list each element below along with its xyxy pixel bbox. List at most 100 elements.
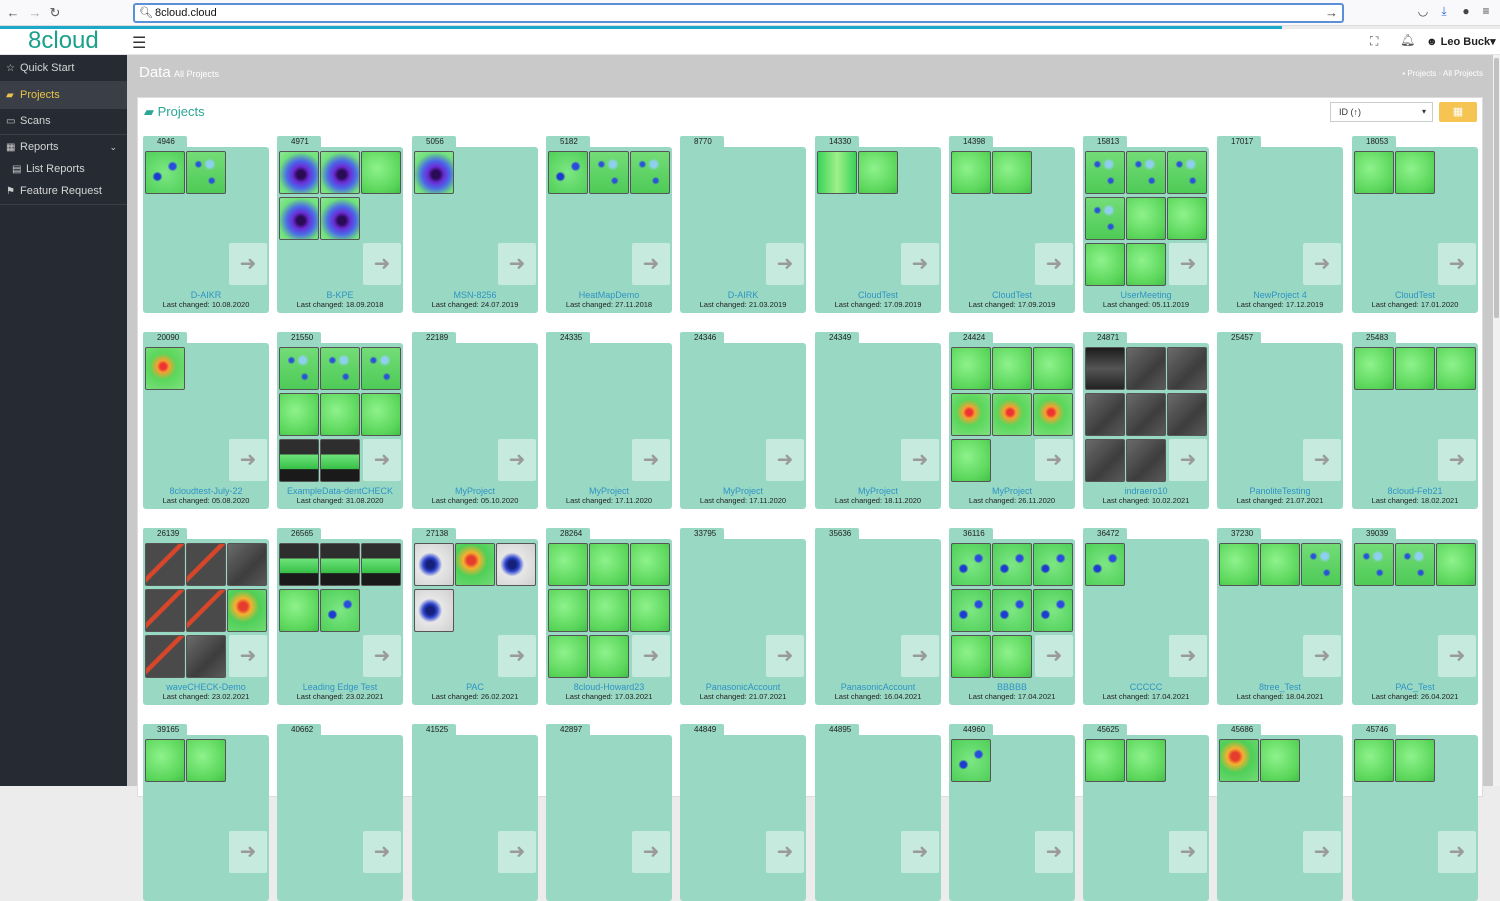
project-card[interactable]: ➜ [546,735,672,901]
project-card[interactable]: ➜ indraero10 Last changed: 10.02.2021 [1083,343,1209,509]
scan-thumbnail[interactable] [548,543,588,586]
project-card[interactable]: ➜ 8cloud-Howard23 Last changed: 17.03.2021 [546,539,672,705]
open-project-arrow-icon[interactable]: ➜ [1035,243,1073,285]
project-name[interactable]: indraero10 [1083,486,1209,496]
scan-thumbnail[interactable] [951,151,991,194]
scan-thumbnail[interactable] [1354,543,1394,586]
project-card[interactable]: ➜ PanasonicAccount Last changed: 16.04.202… [815,539,941,705]
scan-thumbnail[interactable] [320,543,360,586]
open-project-arrow-icon[interactable]: ➜ [632,831,670,873]
open-project-arrow-icon[interactable]: ➜ [363,439,401,481]
scan-thumbnail[interactable] [1395,739,1435,782]
scan-thumbnail[interactable] [186,739,226,782]
project-card[interactable]: ➜ 8cloudtest-July-22 Last changed: 05.08.2… [143,343,269,509]
project-card[interactable]: ➜ CCCCC Last changed: 17.04.2021 [1083,539,1209,705]
fullscreen-icon[interactable]: ⛶ [1370,34,1378,49]
scan-thumbnail[interactable] [145,635,185,678]
bell-icon[interactable]: 🔔︎ [1400,33,1415,47]
project-name[interactable]: CCCCC [1083,682,1209,692]
user-menu[interactable]: ☻ Leo Buck▾ [1426,35,1496,48]
scan-thumbnail[interactable] [320,151,360,194]
scan-thumbnail[interactable] [1126,439,1166,482]
project-card[interactable]: ➜ MyProject Last changed: 17.11.2020 [680,343,806,509]
project-card[interactable]: ➜ MSN-8256 Last changed: 24.07.2019 [412,147,538,313]
scan-thumbnail[interactable] [589,589,629,632]
project-card[interactable]: ➜ MyProject Last changed: 18.11.2020 [815,343,941,509]
scan-thumbnail[interactable] [1354,739,1394,782]
project-name[interactable]: waveCHECK-Demo [143,682,269,692]
scan-thumbnail[interactable] [361,393,401,436]
scan-thumbnail[interactable] [951,739,991,782]
open-project-arrow-icon[interactable]: ➜ [1169,439,1207,481]
scan-thumbnail[interactable] [992,347,1032,390]
open-project-arrow-icon[interactable]: ➜ [229,635,267,677]
scan-thumbnail[interactable] [145,739,185,782]
open-project-arrow-icon[interactable]: ➜ [498,635,536,677]
sort-select[interactable]: ID (↑) ▾ [1330,102,1433,122]
project-card[interactable]: ➜ MyProject Last changed: 26.11.2020 [949,343,1075,509]
scan-thumbnail[interactable] [992,151,1032,194]
project-name[interactable]: PanasonicAccount [680,682,806,692]
project-name[interactable]: B-KPE [277,290,403,300]
open-project-arrow-icon[interactable]: ➜ [1303,831,1341,873]
open-project-arrow-icon[interactable]: ➜ [632,243,670,285]
scan-thumbnail[interactable] [1126,393,1166,436]
open-project-arrow-icon[interactable]: ➜ [901,243,939,285]
open-project-arrow-icon[interactable]: ➜ [229,831,267,873]
open-project-arrow-icon[interactable]: ➜ [1303,243,1341,285]
scan-thumbnail[interactable] [1085,197,1125,240]
scan-thumbnail[interactable] [951,543,991,586]
project-card[interactable]: ➜ D-AIKR Last changed: 10.08.2020 [143,147,269,313]
project-name[interactable]: HeatMapDemo [546,290,672,300]
project-name[interactable]: PanoliteTesting [1217,486,1343,496]
app-logo[interactable]: 8cloud [28,27,99,55]
scan-thumbnail[interactable] [320,347,360,390]
scan-thumbnail[interactable] [1219,543,1259,586]
open-project-arrow-icon[interactable]: ➜ [766,831,804,873]
scan-thumbnail[interactable] [227,543,267,586]
scan-thumbnail[interactable] [1033,347,1073,390]
open-project-arrow-icon[interactable]: ➜ [229,439,267,481]
scan-thumbnail[interactable] [279,347,319,390]
scan-thumbnail[interactable] [361,543,401,586]
project-name[interactable]: CloudTest [949,290,1075,300]
back-button[interactable]: ← [4,4,22,22]
scan-thumbnail[interactable] [414,589,454,632]
scan-thumbnail[interactable] [1126,197,1166,240]
download-icon[interactable]: ⤓ [1436,4,1452,22]
project-card[interactable]: ➜ MyProject Last changed: 17.11.2020 [546,343,672,509]
project-name[interactable]: D-AIKR [143,290,269,300]
open-project-arrow-icon[interactable]: ➜ [363,831,401,873]
project-card[interactable]: ➜ BBBBB Last changed: 17.04.2021 [949,539,1075,705]
scan-thumbnail[interactable] [145,589,185,632]
scrollbar-thumb[interactable] [1494,58,1499,318]
project-card[interactable]: ➜ PAC_Test Last changed: 26.04.2021 [1352,539,1478,705]
scan-thumbnail[interactable] [817,151,857,194]
scan-thumbnail[interactable] [630,543,670,586]
scan-thumbnail[interactable] [1126,151,1166,194]
scan-thumbnail[interactable] [951,439,991,482]
project-name[interactable]: 8tree_Test [1217,682,1343,692]
scan-thumbnail[interactable] [320,393,360,436]
menu-icon[interactable]: ≡ [1478,4,1494,22]
project-name[interactable]: CloudTest [1352,290,1478,300]
forward-button[interactable]: → [26,4,44,22]
scan-thumbnail[interactable] [145,347,185,390]
project-name[interactable]: 8cloudtest-July-22 [143,486,269,496]
scan-thumbnail[interactable] [1395,151,1435,194]
scan-thumbnail[interactable] [1126,739,1166,782]
project-name[interactable]: ExampleData-dentCHECK [277,486,403,496]
open-project-arrow-icon[interactable]: ➜ [498,831,536,873]
scan-thumbnail[interactable] [1260,543,1300,586]
open-project-arrow-icon[interactable]: ➜ [498,243,536,285]
project-card[interactable]: ➜ 8tree_Test Last changed: 18.04.2021 [1217,539,1343,705]
project-name[interactable]: MSN-8256 [412,290,538,300]
open-project-arrow-icon[interactable]: ➜ [1438,243,1476,285]
open-project-arrow-icon[interactable]: ➜ [632,635,670,677]
sidebar-item-scans[interactable]: ▭ Scans [0,108,127,134]
address-bar[interactable]: 🔍︎ 8cloud.cloud → [133,3,1344,23]
scan-thumbnail[interactable] [1085,439,1125,482]
open-project-arrow-icon[interactable]: ➜ [1169,635,1207,677]
project-name[interactable]: PanasonicAccount [815,682,941,692]
scan-thumbnail[interactable] [1395,543,1435,586]
